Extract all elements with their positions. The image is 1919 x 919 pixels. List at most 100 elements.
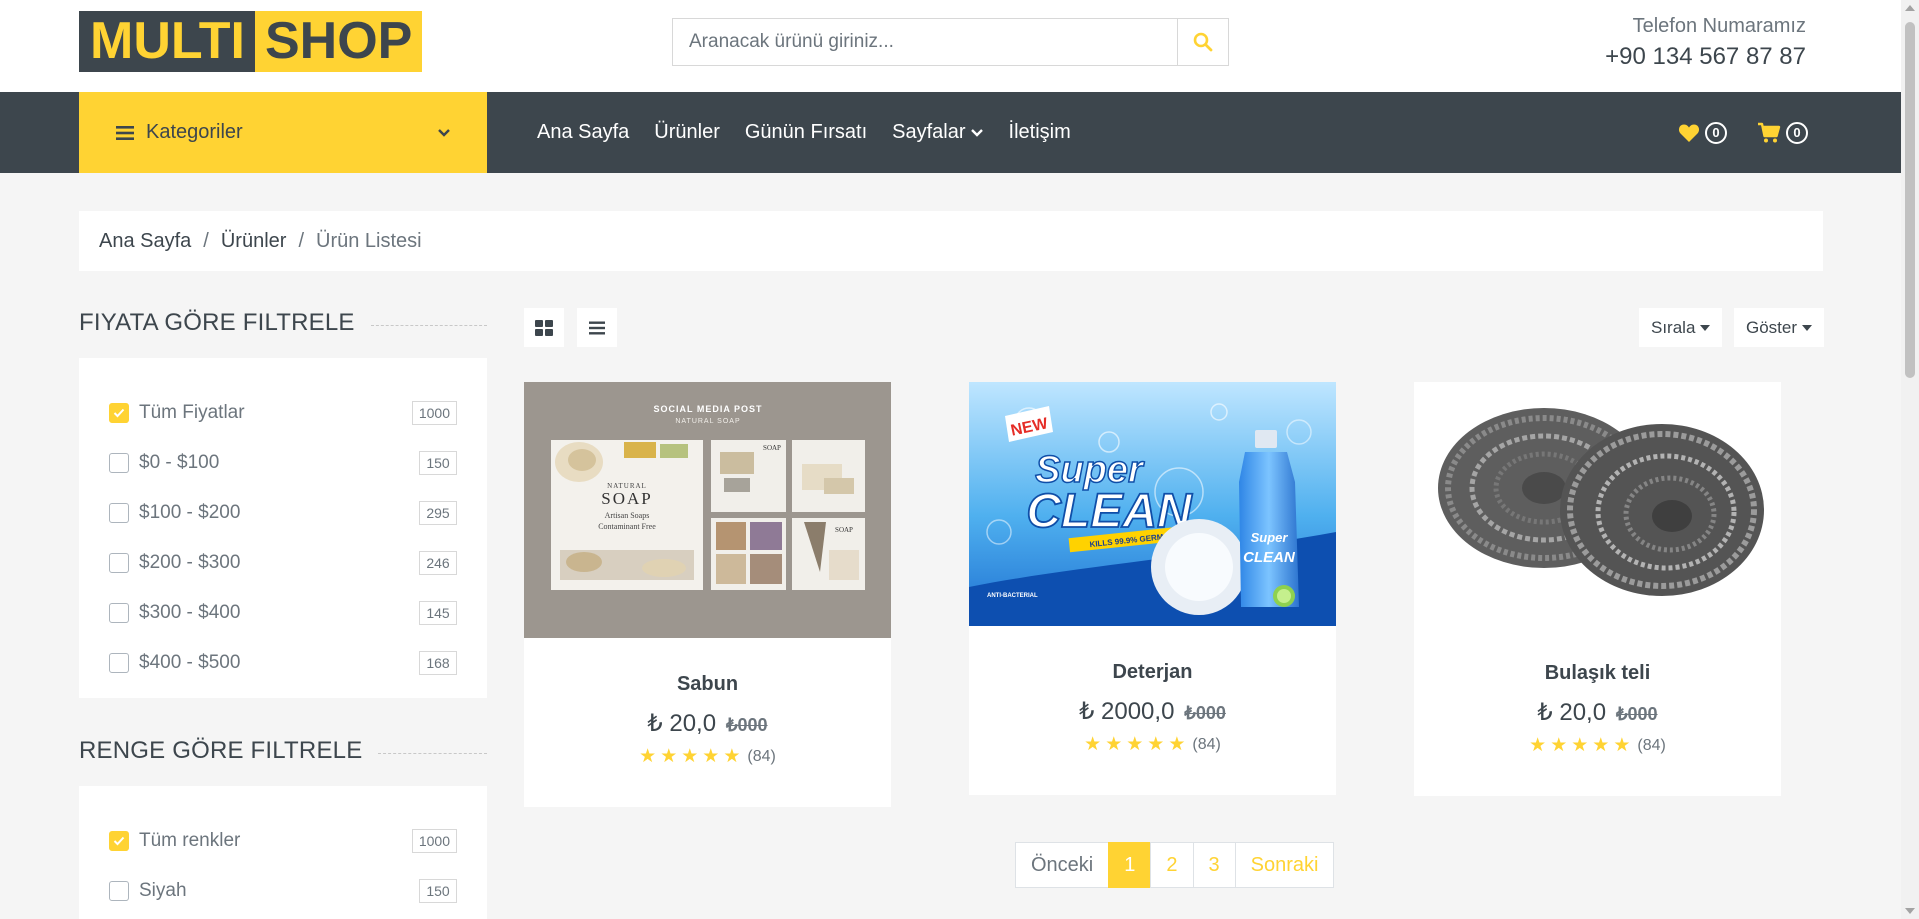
grid-view-button[interactable] (524, 308, 564, 347)
checkbox[interactable] (109, 881, 129, 901)
pagination-next[interactable]: Sonraki (1234, 842, 1335, 888)
sort-dropdown[interactable]: Sırala (1639, 308, 1723, 347)
star-icon: ★ (1571, 735, 1589, 756)
product-card[interactable]: NEW Super CLEAN KILLS 99.9% GERMS ANTI-B… (969, 382, 1336, 795)
star-icon: ★ (681, 746, 699, 767)
product-name[interactable]: Sabun (524, 673, 891, 696)
categories-label: Kategoriler (146, 121, 243, 143)
categories-dropdown[interactable]: Kategoriler (79, 92, 487, 173)
show-label: Göster (1746, 317, 1798, 337)
filter-option-price-all[interactable]: Tüm Fiyatlar 1000 (109, 388, 457, 438)
filter-option-count: 1000 (411, 401, 457, 425)
scrollbar-thumb[interactable] (1905, 22, 1915, 378)
pagination: Önceki 1 2 3 Sonraki (1015, 842, 1335, 888)
filter-option-price-0-100[interactable]: $0 - $100 150 (109, 438, 457, 488)
checkbox[interactable] (109, 553, 129, 573)
nav-link-deal-of-day[interactable]: Günün Fırsatı (745, 121, 867, 144)
checkbox[interactable] (109, 653, 129, 673)
pagination-page-3[interactable]: 3 (1192, 842, 1236, 888)
detergent-product-image: NEW Super CLEAN KILLS 99.9% GERMS ANTI-B… (969, 382, 1336, 626)
nav-link-pages-label: Sayfalar (892, 121, 966, 143)
soap-tile-label: SOAP (763, 444, 781, 452)
scroll-up-arrow-icon[interactable] (1905, 5, 1915, 11)
product-name[interactable]: Bulaşık teli (1414, 662, 1781, 685)
breadcrumb-separator: / (298, 229, 304, 252)
pagination-page-2[interactable]: 2 (1150, 842, 1194, 888)
heart-icon (1678, 124, 1700, 142)
heading-divider (370, 324, 487, 326)
filter-option-price-100-200[interactable]: $100 - $200 295 (109, 488, 457, 538)
filter-option-count: 150 (419, 451, 457, 475)
price-filter-panel: Tüm Fiyatlar 1000 $0 - $100 150 $100 - $… (79, 358, 487, 698)
product-name[interactable]: Deterjan (969, 661, 1336, 684)
star-icon: ★ (723, 746, 741, 767)
filter-option-price-200-300[interactable]: $200 - $300 246 (109, 538, 457, 588)
star-icon: ★ (702, 746, 720, 767)
filter-option-price-300-400[interactable]: $300 - $400 145 (109, 588, 457, 638)
chevron-down-icon (438, 128, 450, 137)
checkbox[interactable] (109, 603, 129, 623)
color-filter-title: RENGE GÖRE FILTRELE (79, 737, 363, 764)
product-info: Sabun ₺ 20,0 ₺000 ★ ★ ★ ★ ★ (84) (524, 638, 891, 766)
wishlist-count-badge: 0 (1705, 121, 1727, 144)
star-icon: ★ (1613, 735, 1631, 756)
nav-link-contact[interactable]: İletişim (1009, 121, 1071, 144)
product-info: Deterjan ₺ 2000,0 ₺000 ★ ★ ★ ★ ★ (84) (969, 626, 1336, 754)
breadcrumb-products[interactable]: Ürünler (221, 230, 287, 253)
pagination-previous[interactable]: Önceki (1015, 842, 1110, 888)
page-scrollbar[interactable] (1901, 0, 1919, 919)
filter-option-label: Tüm renkler (139, 830, 241, 851)
soap-image-header: SOCIAL MEDIA POST (653, 404, 762, 414)
product-image[interactable]: NEW Super CLEAN KILLS 99.9% GERMS ANTI-B… (969, 382, 1336, 626)
filter-option-price-400-500[interactable]: $400 - $500 168 (109, 638, 457, 688)
star-icon: ★ (1147, 734, 1165, 755)
filter-option-label: $100 - $200 (139, 502, 241, 523)
breadcrumb-home[interactable]: Ana Sayfa (99, 230, 191, 253)
search-icon (1193, 32, 1213, 52)
search-bar (672, 18, 1229, 66)
product-review-count: (84) (747, 747, 776, 765)
checkbox[interactable] (109, 453, 129, 473)
chevron-down-icon (970, 128, 983, 137)
search-input[interactable] (673, 19, 1177, 65)
nav-icons: 0 0 (1678, 92, 1808, 173)
logo-multi-text: MULTI (79, 11, 255, 72)
filter-option-label: $300 - $400 (139, 602, 241, 623)
filter-option-color-all[interactable]: Tüm renkler 1000 (109, 816, 457, 866)
checkbox-checked[interactable] (109, 403, 129, 423)
logo-shop-text: SHOP (254, 11, 423, 72)
filter-option-color-black[interactable]: Siyah 150 (109, 866, 457, 916)
scroll-down-arrow-icon[interactable] (1905, 908, 1915, 914)
wishlist-button[interactable]: 0 (1678, 121, 1727, 144)
nav-link-home[interactable]: Ana Sayfa (537, 121, 629, 144)
detergent-bottle-line2: CLEAN (1243, 549, 1296, 566)
main-navbar: Kategoriler Ana Sayfa Ürünler Günün Fırs… (0, 92, 1901, 173)
soap-product-image: SOCIAL MEDIA POST NATURAL SOAP NATURAL S… (524, 382, 891, 638)
breadcrumb-current: Ürün Listesi (316, 229, 422, 252)
checkbox[interactable] (109, 503, 129, 523)
search-button[interactable] (1177, 19, 1228, 65)
soap-tile-label: SOAP (835, 526, 853, 534)
product-card[interactable]: SOCIAL MEDIA POST NATURAL SOAP NATURAL S… (524, 382, 891, 807)
pagination-page-1[interactable]: 1 (1108, 842, 1152, 888)
show-dropdown[interactable]: Göster (1734, 308, 1825, 347)
filter-option-label: Siyah (139, 880, 187, 901)
product-image[interactable]: SOCIAL MEDIA POST NATURAL SOAP NATURAL S… (524, 382, 891, 638)
star-icon: ★ (1168, 734, 1186, 755)
price-filter-heading: FIYATA GÖRE FILTRELE (79, 309, 487, 337)
filter-option-count: 145 (419, 601, 457, 625)
filter-option-label: Tüm Fiyatlar (139, 402, 245, 423)
star-icon: ★ (639, 746, 657, 767)
product-card[interactable]: Bulaşık teli ₺ 20,0 ₺000 ★ ★ ★ ★ ★ (84) (1414, 382, 1781, 796)
site-logo[interactable]: MULTI SHOP (79, 11, 423, 72)
phone-label: Telefon Numaramız (1632, 15, 1806, 37)
filter-option-count: 168 (419, 651, 457, 675)
product-price: ₺ 2000,0 (1079, 698, 1175, 725)
cart-button[interactable]: 0 (1757, 121, 1808, 144)
checkbox-checked[interactable] (109, 831, 129, 851)
nav-link-products[interactable]: Ürünler (654, 121, 720, 144)
list-view-button[interactable] (577, 308, 617, 347)
product-rating: ★ ★ ★ ★ ★ (84) (524, 747, 891, 766)
product-image[interactable] (1414, 382, 1781, 627)
nav-link-pages[interactable]: Sayfalar (892, 121, 983, 144)
